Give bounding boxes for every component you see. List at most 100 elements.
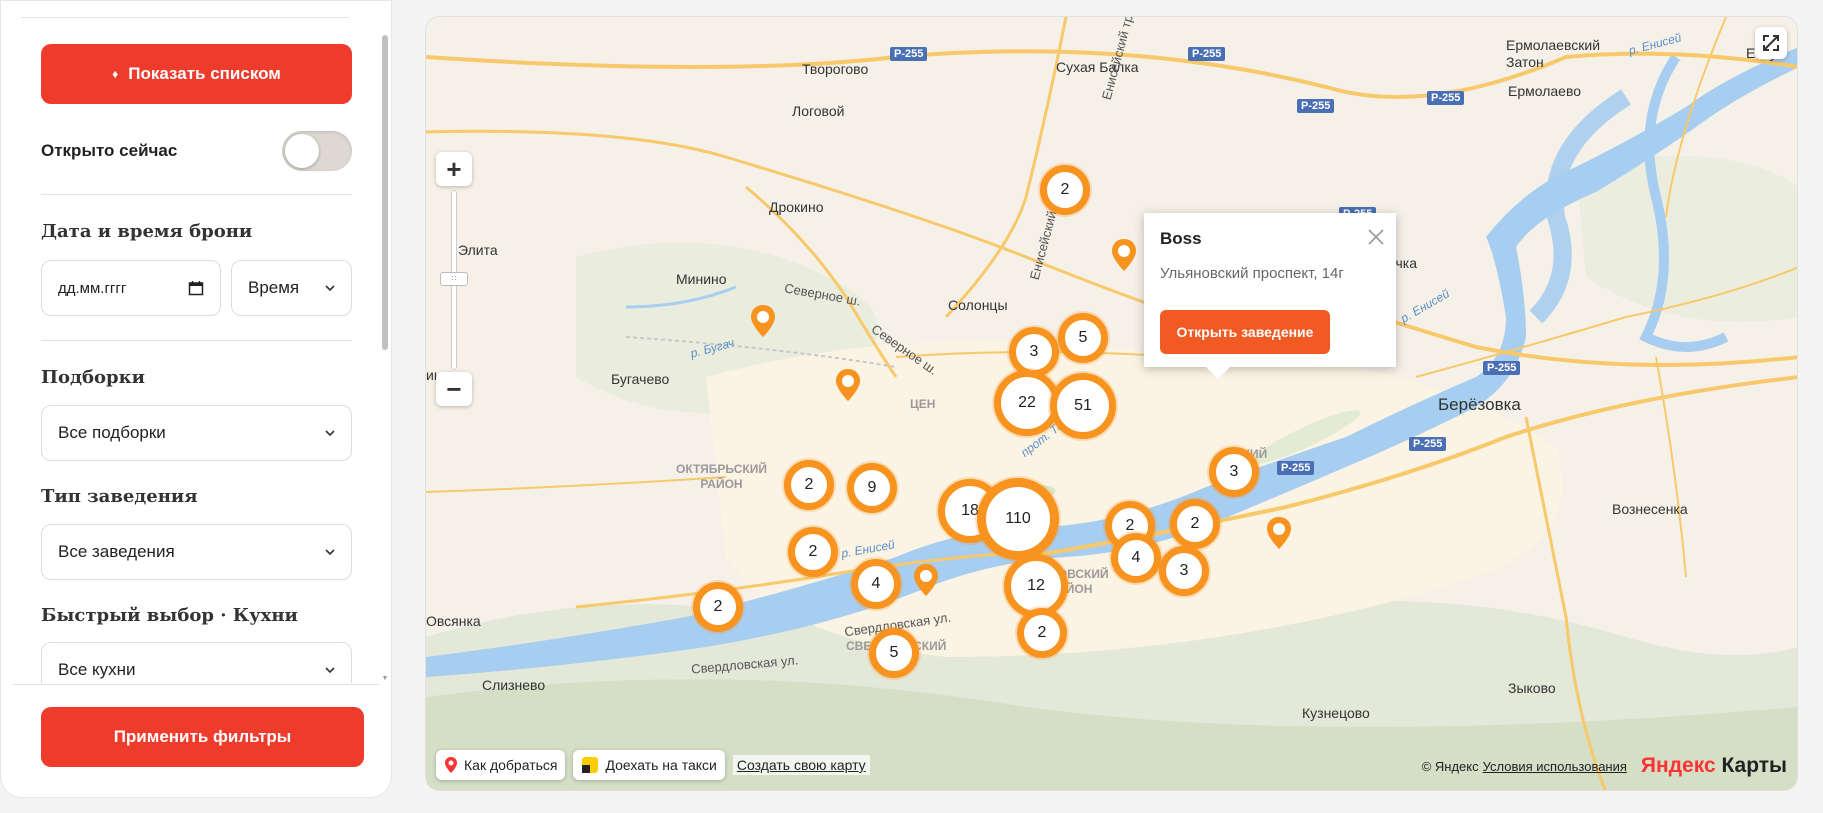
place-label: Берёзовка <box>1438 395 1521 414</box>
road-code-badge: Р-255 <box>1427 91 1465 105</box>
cluster-marker[interactable]: 51 <box>1050 373 1116 439</box>
collections-value: Все подборки <box>58 423 166 442</box>
chevron-down-icon <box>325 667 335 674</box>
filters-sidebar: ♦ Показать списком Открыто сейчас Дата и… <box>0 0 392 798</box>
road-code-badge: Р-255 <box>1483 361 1521 375</box>
scroll-down-arrow-icon[interactable]: ▼ <box>381 675 389 683</box>
cluster-marker[interactable]: 4 <box>851 559 901 609</box>
date-placeholder: дд.мм.гггг <box>58 279 127 297</box>
place-label: Минино <box>676 271 727 287</box>
cluster-marker[interactable]: 3 <box>1209 447 1259 497</box>
cuisine-title: Быстрый выбор · Кухни <box>41 605 298 626</box>
map-bottom-controls: Как добраться Доехать на такси Создать с… <box>436 750 870 780</box>
cluster-marker[interactable]: 2 <box>1017 608 1067 658</box>
place-label: Бугачево <box>611 371 670 387</box>
collections-title: Подборки <box>41 367 145 388</box>
cluster-marker[interactable]: 9 <box>847 463 897 513</box>
date-input[interactable]: дд.мм.гггг <box>41 260 221 316</box>
place-label: Кузнецово <box>1302 705 1370 721</box>
scroll-thumb[interactable] <box>382 35 388 350</box>
cluster-marker[interactable]: 3 <box>1009 327 1059 377</box>
copyright-text: © Яндекс <box>1421 758 1479 774</box>
taxi-icon <box>582 757 599 773</box>
place-label: Дрокино <box>769 199 824 215</box>
cluster-marker[interactable]: 4 <box>1111 533 1161 583</box>
open-venue-button[interactable]: Открыть заведение <box>1160 310 1330 354</box>
cluster-marker[interactable]: 2 <box>1040 165 1090 215</box>
popup-title: Boss <box>1160 229 1202 248</box>
popup-tail <box>1206 367 1230 379</box>
venue-pin-icon[interactable] <box>834 367 862 407</box>
toggle-knob <box>285 134 319 168</box>
booking-title: Дата и время брони <box>41 221 253 242</box>
open-now-toggle[interactable] <box>282 131 352 171</box>
place-label: Сухая Балка <box>1056 59 1139 75</box>
sidebar-scrollbar[interactable]: ▼ <box>381 31 389 683</box>
cluster-marker[interactable]: 2 <box>788 527 838 577</box>
place-label: Овсянка <box>426 613 481 629</box>
place-label: Логовой <box>792 103 845 119</box>
fullscreen-button[interactable] <box>1755 27 1787 59</box>
road-code-badge: Р-255 <box>1297 99 1335 113</box>
place-label: Творогово <box>802 61 869 77</box>
apply-filters-label: Применить фильтры <box>113 727 292 746</box>
road-code-badge: Р-255 <box>890 47 928 61</box>
collections-select[interactable]: Все подборки <box>41 405 352 461</box>
taxi-label: Доехать на такси <box>605 757 717 773</box>
logo-part-2: Карты <box>1721 754 1787 777</box>
cluster-marker[interactable]: 2 <box>784 460 834 510</box>
map-copyright: © Яндекс Условия использования Яндекс Ка… <box>1422 754 1787 778</box>
route-label: Как добраться <box>464 757 558 773</box>
show-list-label: Показать списком <box>128 64 281 83</box>
place-label: Ермолаевский Затон <box>1506 37 1601 70</box>
zoom-out-button[interactable]: − <box>436 372 472 406</box>
venue-type-value: Все заведения <box>58 542 175 561</box>
venue-pin-icon[interactable] <box>912 562 940 602</box>
venue-pin-icon[interactable] <box>1265 515 1293 555</box>
road-code-badge: Р-255 <box>1409 437 1447 451</box>
show-list-button[interactable]: ♦ Показать списком <box>41 44 352 104</box>
cluster-marker[interactable]: 110 <box>977 478 1059 560</box>
map-container[interactable]: Творогово Сухая Балка Логовой Ермолаевск… <box>425 16 1798 791</box>
yandex-maps-logo[interactable]: Яндекс Карты <box>1641 754 1787 778</box>
venue-pin-icon[interactable] <box>749 303 777 343</box>
top-divider <box>21 17 349 18</box>
chevron-down-icon <box>325 285 335 292</box>
close-icon[interactable] <box>1366 227 1386 247</box>
route-button[interactable]: Как добраться <box>436 750 566 780</box>
taxi-button[interactable]: Доехать на такси <box>573 750 725 780</box>
zoom-in-button[interactable]: + <box>436 152 472 186</box>
venue-pin-icon[interactable] <box>1110 237 1138 277</box>
apply-filters-button[interactable]: Применить фильтры <box>41 707 364 767</box>
cluster-marker[interactable]: 2 <box>1170 499 1220 549</box>
place-label: Слизнево <box>482 677 546 693</box>
open-now-row: Открыто сейчас <box>41 129 352 173</box>
cluster-marker[interactable]: 3 <box>1159 546 1209 596</box>
logo-part-1: Яндекс <box>1640 754 1716 777</box>
zoom-slider-handle[interactable]: ∷ <box>440 272 468 286</box>
cuisine-select[interactable]: Все кухни <box>41 642 352 683</box>
terms-link[interactable]: Условия использования <box>1483 759 1627 774</box>
cluster-marker[interactable]: 2 <box>693 582 743 632</box>
popup-address: Ульяновский проспект, 14г <box>1160 265 1344 282</box>
venue-type-select[interactable]: Все заведения <box>41 524 352 580</box>
cuisine-value: Все кухни <box>58 660 136 679</box>
place-label: Вознесенка <box>1612 501 1688 517</box>
venue-popup: Boss Ульяновский проспект, 14г Открыть з… <box>1144 213 1396 379</box>
place-label: Солонцы <box>948 297 1008 313</box>
create-map-link[interactable]: Создать свою карту <box>732 755 870 775</box>
place-label: Ермолаево <box>1508 83 1582 99</box>
road-code-badge: Р-255 <box>1277 461 1315 475</box>
calendar-icon[interactable] <box>188 280 204 296</box>
diamond-icon: ♦ <box>112 67 119 81</box>
place-label: Зыково <box>1508 680 1556 696</box>
cluster-marker[interactable]: 5 <box>1058 313 1108 363</box>
filters-scroll-area[interactable]: ♦ Показать списком Открыто сейчас Дата и… <box>1 1 379 683</box>
time-select[interactable]: Время <box>231 260 352 316</box>
location-pin-icon <box>445 757 457 773</box>
expand-icon <box>1763 35 1779 51</box>
chevron-down-icon <box>325 549 335 556</box>
footer-divider <box>13 684 379 685</box>
cluster-marker[interactable]: 5 <box>869 628 919 678</box>
zoom-control: + ∷ − <box>436 152 472 407</box>
